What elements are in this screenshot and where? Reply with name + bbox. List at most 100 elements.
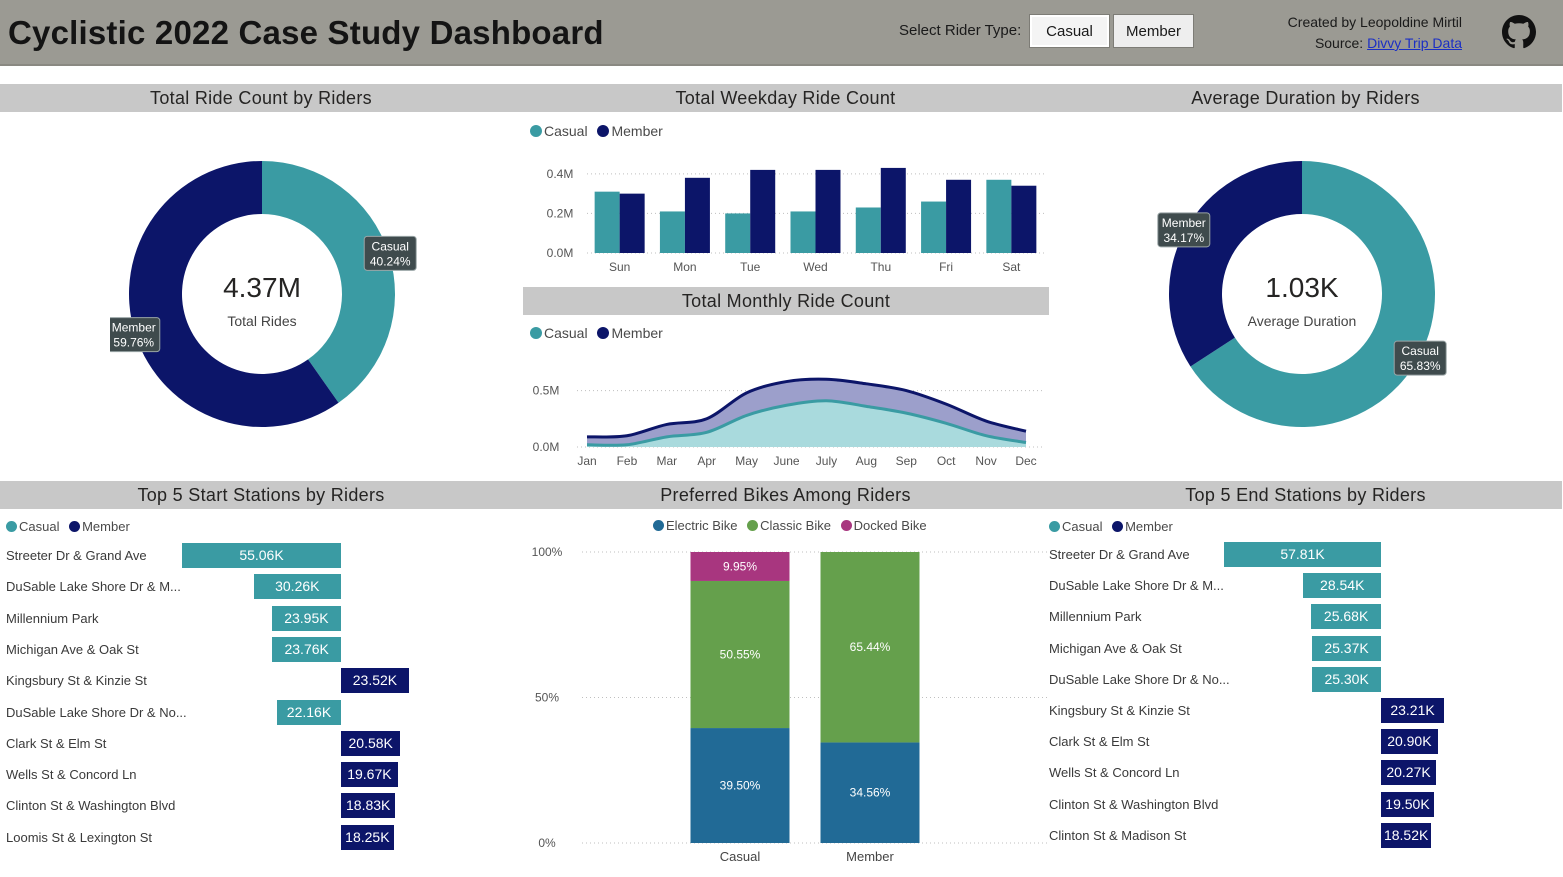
- bikes-legend: Electric Bike Classic Bike Docked Bike: [653, 518, 933, 533]
- segment-label: 65.44%: [850, 640, 891, 654]
- y-tick-label: 0.5M: [533, 384, 560, 398]
- weekday-bar-chart: 0.0M 0.2M 0.4M Sun Mon Tue Wed Thu Fri Sat: [547, 167, 1044, 274]
- donut-data-label: Member59.76%: [110, 317, 161, 353]
- bar-casual-tue: [725, 213, 751, 253]
- total-ride-donut-chart: Casual40.24% Member59.76% 4.37M Total Rides: [110, 161, 417, 427]
- github-icon[interactable]: [1502, 15, 1536, 49]
- station-bar-casual: 23.76K: [272, 636, 341, 662]
- y-tick-label: 100%: [532, 545, 563, 559]
- legend-casual-label: Casual: [544, 325, 588, 341]
- station-bar-casual: 25.37K: [1312, 635, 1381, 661]
- donut-center-label: Average Duration: [1248, 313, 1357, 329]
- bar-casual-sun: [594, 191, 620, 253]
- bar-member-fri: [946, 179, 972, 253]
- x-tick-label: Apr: [697, 454, 716, 468]
- rider-type-label: Select Rider Type:: [899, 22, 1022, 39]
- x-tick-label: June: [774, 454, 800, 468]
- station-bar-member: 20.90K: [1381, 729, 1438, 755]
- station-label: Millennium Park: [1049, 609, 1142, 625]
- station-label: Michigan Ave & Oak St: [1049, 640, 1182, 656]
- station-bar-member: 20.58K: [341, 730, 401, 756]
- station-label: DuSable Lake Shore Dr & No...: [6, 704, 187, 720]
- segment-label: 50.55%: [720, 648, 761, 662]
- data-label-value: 65.83%: [1400, 359, 1441, 373]
- station-bar-member: 23.21K: [1381, 698, 1445, 723]
- source-label: Source:: [1314, 35, 1364, 51]
- station-bar-member: 18.52K: [1381, 822, 1432, 848]
- segment-label: 9.95%: [723, 559, 757, 573]
- station-label: DuSable Lake Shore Dr & M...: [6, 579, 181, 595]
- x-tick-label: Sat: [1002, 260, 1021, 274]
- station-label: Wells St & Concord Ln: [6, 767, 137, 783]
- station-bar-casual: 57.81K: [1224, 542, 1381, 567]
- legend-classic-label: Classic Bike: [760, 518, 831, 533]
- total-ride-title: Total Ride Count by Riders: [0, 84, 522, 112]
- bar-casual-thu: [855, 207, 881, 253]
- bikes-title: Preferred Bikes Among Riders: [522, 481, 1049, 509]
- docked-legend-dot: [840, 520, 852, 531]
- member-legend-dot: [597, 125, 610, 137]
- header-bar: Cyclistic 2022 Case Study Dashboard Sele…: [0, 0, 1563, 66]
- station-bar-casual: 23.95K: [271, 605, 341, 631]
- station-bar-member: 18.25K: [341, 824, 394, 850]
- data-label-name: Member: [1162, 216, 1206, 230]
- donut-center-label: Total Rides: [227, 313, 296, 329]
- station-label: DuSable Lake Shore Dr & No...: [1049, 671, 1230, 687]
- end-stations-title: Top 5 End Stations by Riders: [1049, 481, 1562, 509]
- x-tick-label: Feb: [617, 454, 638, 468]
- station-bar-casual: 25.30K: [1312, 666, 1381, 692]
- avg-duration-donut-chart: Casual65.83% Member34.17% 1.03K Average Dur…: [1157, 161, 1447, 428]
- start-stations-title: Top 5 Start Stations by Riders: [0, 481, 522, 509]
- station-label: Clinton St & Washington Blvd: [1049, 796, 1219, 812]
- page-title: Cyclistic 2022 Case Study Dashboard: [8, 14, 604, 51]
- donut-data-label: Casual65.83%: [1393, 340, 1447, 376]
- y-tick-label: 0.0M: [547, 246, 574, 260]
- station-label: Streeter Dr & Grand Ave: [1049, 547, 1190, 562]
- station-label: Clinton St & Washington Blvd: [6, 798, 176, 814]
- x-tick-label: Dec: [1015, 454, 1036, 468]
- station-label: Clinton St & Madison St: [1049, 827, 1187, 843]
- source-link[interactable]: Divvy Trip Data: [1367, 35, 1462, 51]
- station-label: Michigan Ave & Oak St: [6, 641, 139, 657]
- x-tick-label: Mon: [673, 260, 696, 274]
- data-label-name: Casual: [1402, 344, 1439, 358]
- x-tick-label: Aug: [856, 454, 877, 468]
- avg-duration-title: Average Duration by Riders: [1049, 84, 1562, 112]
- x-tick-label: Mar: [656, 454, 677, 468]
- casual-legend-dot: [530, 327, 542, 339]
- member-legend-dot: [1112, 521, 1124, 532]
- x-tick-label: Oct: [937, 454, 956, 468]
- donut-center-value: 4.37M: [223, 272, 301, 303]
- x-tick-label: Jan: [577, 454, 596, 468]
- x-tick-label: May: [735, 454, 758, 468]
- station-bar-casual: 30.26K: [253, 574, 341, 600]
- donut-data-label: Casual40.24%: [363, 235, 417, 271]
- monthly-title: Total Monthly Ride Count: [523, 287, 1049, 315]
- bar-member-sat: [1011, 185, 1037, 253]
- x-tick-label: Sun: [609, 260, 630, 274]
- casual-legend-dot: [6, 521, 17, 532]
- station-label: DuSable Lake Shore Dr & M...: [1049, 578, 1224, 594]
- bar-casual-wed: [790, 211, 816, 253]
- y-tick-label: 50%: [535, 691, 559, 705]
- data-label-name: Member: [112, 321, 156, 335]
- station-label: Millennium Park: [6, 610, 99, 626]
- electric-legend-dot: [653, 520, 664, 531]
- legend-member-label: Member: [611, 325, 663, 341]
- donut-data-label: Member34.17%: [1157, 212, 1211, 248]
- station-bar-casual: 55.06K: [182, 543, 341, 568]
- x-tick-label: Tue: [740, 260, 761, 274]
- member-filter-button[interactable]: Member: [1113, 14, 1194, 48]
- weekday-legend: Casual Member: [530, 123, 669, 139]
- casual-legend-dot: [1049, 521, 1060, 532]
- segment-label: 39.50%: [720, 779, 761, 793]
- legend-member-label: Member: [82, 519, 130, 534]
- donut-center-value: 1.03K: [1265, 272, 1338, 303]
- x-tick-label: Wed: [803, 260, 827, 274]
- legend-casual-label: Casual: [544, 123, 588, 139]
- y-tick-label: 0.0M: [533, 440, 560, 454]
- x-tick-label: Casual: [720, 849, 761, 864]
- bar-casual-fri: [921, 201, 947, 253]
- casual-filter-button[interactable]: Casual: [1029, 14, 1110, 48]
- bar-member-tue: [750, 169, 776, 253]
